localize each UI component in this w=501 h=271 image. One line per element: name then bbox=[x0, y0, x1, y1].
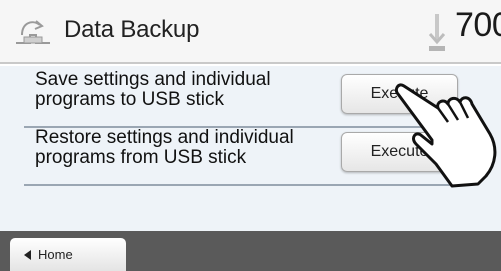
row-label-line: programs to USB stick bbox=[35, 89, 224, 110]
restore-settings-label: Restore settings and individual programs… bbox=[35, 128, 335, 168]
footer-bar: Home bbox=[0, 231, 501, 271]
home-label: Home bbox=[38, 247, 73, 262]
back-arrow-icon bbox=[24, 250, 31, 260]
temperature-value: 700 bbox=[455, 6, 501, 44]
pointing-hand-icon bbox=[394, 83, 497, 188]
row-label-line: programs from USB stick bbox=[35, 147, 247, 168]
row-label-line: Save settings and individual bbox=[35, 69, 271, 90]
row-label-line: Restore settings and individual bbox=[35, 127, 294, 148]
data-backup-icon bbox=[16, 20, 50, 44]
page-title: Data Backup bbox=[64, 16, 200, 43]
header-bar: Data Backup 700 °C bbox=[0, 0, 501, 64]
save-settings-label: Save settings and individual programs to… bbox=[35, 70, 335, 110]
home-button[interactable]: Home bbox=[10, 238, 126, 271]
data-backup-screen: Data Backup 700 °C Save settings and ind… bbox=[0, 0, 501, 271]
thermometer-icon bbox=[428, 14, 446, 51]
